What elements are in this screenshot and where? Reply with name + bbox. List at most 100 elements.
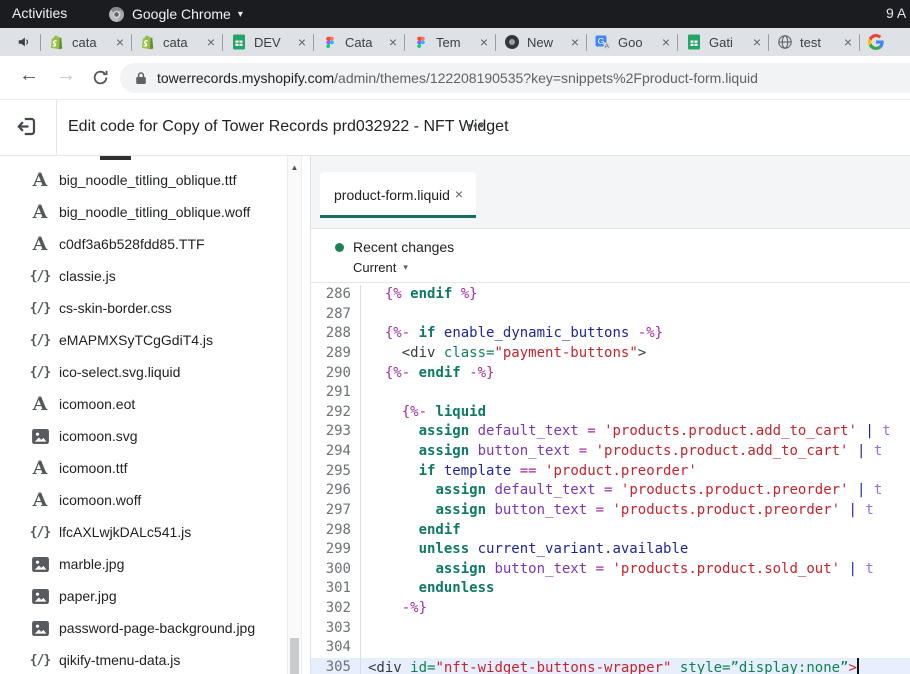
- code-token: -%}: [402, 600, 427, 616]
- lock-icon[interactable]: [135, 71, 147, 85]
- tab-close-icon[interactable]: ×: [389, 35, 397, 49]
- file-item[interactable]: {/}classie.js: [0, 260, 286, 292]
- browser-tab[interactable]: cata×: [132, 28, 222, 56]
- code-line-text[interactable]: [361, 638, 368, 658]
- version-selector[interactable]: Current ▾: [353, 260, 910, 275]
- line-number: 298: [311, 521, 361, 541]
- sidebar-scrollbar[interactable]: ▲: [287, 156, 302, 674]
- forward-button[interactable]: →: [56, 64, 76, 87]
- svg-text:G: G: [597, 36, 604, 46]
- code-token: <div: [368, 660, 402, 674]
- code-token: [596, 423, 604, 439]
- tab-close-icon[interactable]: ×: [207, 35, 215, 49]
- code-token: [579, 423, 587, 439]
- browser-tab[interactable]: Gati×: [678, 28, 768, 56]
- code-line-text[interactable]: assign button_text = 'products.product.p…: [361, 501, 874, 521]
- code-line: 303: [311, 619, 910, 639]
- line-number: 292: [311, 403, 361, 423]
- file-name: lfcAXLwjkDALc541.js: [59, 524, 191, 540]
- back-button[interactable]: ←: [19, 64, 39, 87]
- browser-tab-label: New: [527, 35, 568, 50]
- clock[interactable]: 9 A: [886, 5, 906, 21]
- code-line: 305<div id="nft-widget-buttons-wrapper" …: [311, 658, 910, 674]
- tab-close-icon[interactable]: ×: [298, 35, 306, 49]
- code-line-text[interactable]: {%- if enable_dynamic_buttons -%}: [361, 324, 663, 344]
- file-item[interactable]: paper.jpg: [0, 580, 286, 612]
- code-line-text[interactable]: [361, 305, 368, 325]
- code-token: |: [849, 502, 857, 518]
- app-menu[interactable]: Google Chrome ▾: [108, 3, 243, 25]
- editor-file-tab[interactable]: product-form.liquid ×: [320, 172, 476, 218]
- browser-tab[interactable]: DEV×: [223, 28, 313, 56]
- code-line-text[interactable]: <div id="nft-widget-buttons-wrapper" sty…: [361, 658, 859, 674]
- code-line-text[interactable]: {% endif %}: [361, 285, 478, 305]
- code-token: [368, 600, 402, 616]
- address-bar[interactable]: towerrecords.myshopify.com/admin/themes/…: [120, 63, 910, 93]
- browser-tab[interactable]: cata×: [41, 28, 131, 56]
- tab-close-icon[interactable]: ×: [116, 35, 124, 49]
- file-item[interactable]: Aicomoon.ttf: [0, 452, 286, 484]
- code-editor[interactable]: 286 {% endif %}287288 {%- if enable_dyna…: [311, 283, 910, 674]
- reload-button[interactable]: [92, 69, 109, 91]
- font-file-icon: A: [28, 459, 52, 478]
- browser-tab[interactable]: Tem×: [405, 28, 495, 56]
- scrollbar-thumb[interactable]: [290, 638, 299, 674]
- activities-button[interactable]: Activities: [12, 5, 67, 21]
- code-line-text[interactable]: assign default_text = 'products.product.…: [361, 481, 882, 501]
- file-item[interactable]: Abig_noodle_titling_oblique.woff: [0, 196, 286, 228]
- scroll-up-icon[interactable]: ▲: [288, 156, 301, 172]
- code-line-text[interactable]: [361, 619, 368, 639]
- exit-code-editor-button[interactable]: [15, 115, 39, 139]
- code-token: [840, 502, 848, 518]
- figma-favicon-icon: [321, 34, 338, 51]
- tab-close-icon[interactable]: ×: [480, 35, 488, 49]
- editor-tab-close-icon[interactable]: ×: [455, 186, 463, 202]
- file-item[interactable]: {/}qikify-tmenu-data.js: [0, 644, 286, 674]
- file-item[interactable]: {/}cs-skin-border.css: [0, 292, 286, 324]
- code-line-text[interactable]: endunless: [361, 579, 494, 599]
- file-name: classie.js: [59, 268, 116, 284]
- code-line-text[interactable]: endif: [361, 521, 461, 541]
- line-number: 297: [311, 501, 361, 521]
- file-item[interactable]: Ac0df3a6b528fdd85.TTF: [0, 228, 286, 260]
- file-item[interactable]: icomoon.svg: [0, 420, 286, 452]
- tab-close-icon[interactable]: ×: [662, 35, 670, 49]
- file-item[interactable]: {/}eMAPMXSyTCgGdiT4.js: [0, 324, 286, 356]
- browser-tab[interactable]: [860, 28, 910, 56]
- code-token: [849, 482, 857, 498]
- code-line-text[interactable]: assign button_text = 'products.product.a…: [361, 442, 882, 462]
- code-token: [587, 443, 595, 459]
- code-line-text[interactable]: assign button_text = 'products.product.s…: [361, 560, 874, 580]
- speaker-icon[interactable]: [17, 35, 31, 49]
- file-item[interactable]: {/}ico-select.svg.liquid: [0, 356, 286, 388]
- code-line-text[interactable]: {%- endif -%}: [361, 364, 494, 384]
- tab-close-icon[interactable]: ×: [844, 35, 852, 49]
- tab-close-icon[interactable]: ×: [571, 35, 579, 49]
- line-number: 301: [311, 579, 361, 599]
- file-item[interactable]: Aicomoon.woff: [0, 484, 286, 516]
- browser-tab[interactable]: Cata×: [314, 28, 404, 56]
- code-token: id=: [410, 660, 435, 674]
- browser-tab[interactable]: test×: [769, 28, 859, 56]
- code-line-text[interactable]: [361, 383, 368, 403]
- code-line-text[interactable]: assign default_text = 'products.product.…: [361, 422, 891, 442]
- figma-favicon-icon: [412, 34, 429, 51]
- code-line-text[interactable]: {%- liquid: [361, 403, 486, 423]
- file-item[interactable]: marble.jpg: [0, 548, 286, 580]
- tab-close-icon[interactable]: ×: [753, 35, 761, 49]
- code-line-text[interactable]: <div class="payment-buttons">: [361, 344, 646, 364]
- code-token: style=: [680, 660, 731, 674]
- svg-text:A: A: [604, 43, 609, 50]
- code-line-text[interactable]: if template == 'product.preorder': [361, 462, 697, 482]
- file-item[interactable]: password-page-background.jpg: [0, 612, 286, 644]
- code-token: =: [587, 423, 595, 439]
- more-actions-button[interactable]: •••: [467, 118, 485, 133]
- file-item[interactable]: {/}lfcAXLwjkDALc541.js: [0, 516, 286, 548]
- file-item[interactable]: Aicomoon.eot: [0, 388, 286, 420]
- file-item[interactable]: Abig_noodle_titling_oblique.ttf: [0, 164, 286, 196]
- code-token: [849, 443, 857, 459]
- code-line-text[interactable]: -%}: [361, 599, 427, 619]
- browser-tab[interactable]: New×: [496, 28, 586, 56]
- code-line-text[interactable]: unless current_variant.available: [361, 540, 688, 560]
- browser-tab[interactable]: GAGoo×: [587, 28, 677, 56]
